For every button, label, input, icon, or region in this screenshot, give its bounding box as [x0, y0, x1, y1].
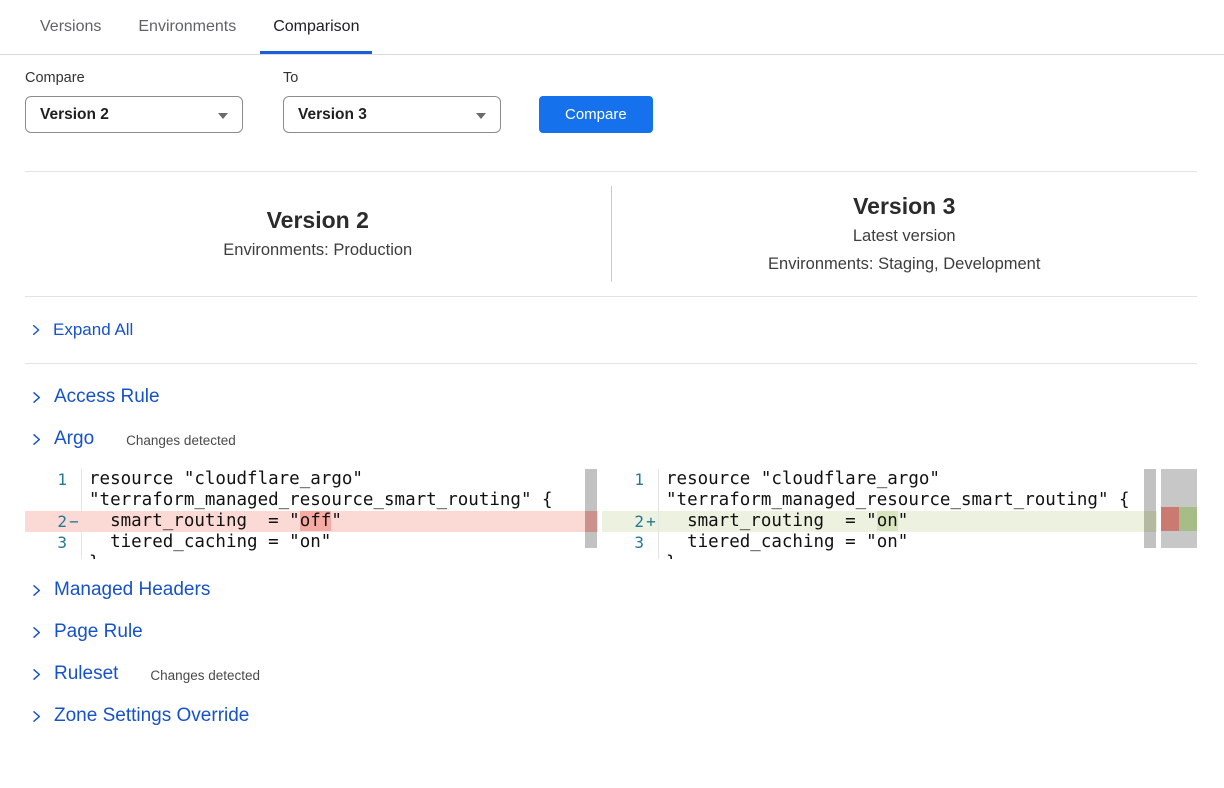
added-word-highlight: on — [877, 511, 898, 531]
line-number — [25, 553, 67, 559]
diff-pane-original[interactable]: 1 resource "cloudflare_argo" "terraform_… — [25, 469, 598, 559]
code-text: } — [81, 553, 598, 559]
compare-button[interactable]: Compare — [539, 96, 653, 133]
to-version-select[interactable]: Version 3 — [283, 96, 501, 133]
code-text: smart_routing = "on" — [658, 511, 1157, 532]
section-label: Ruleset — [54, 663, 118, 685]
chevron-right-icon — [29, 432, 44, 447]
section-argo[interactable]: Argo Changes detected — [25, 418, 1197, 460]
right-version-environments: Environments: Staging, Development — [612, 250, 1198, 278]
diff-minus-sign: − — [67, 511, 81, 532]
scrollbar-thumb[interactable] — [1144, 469, 1156, 548]
code-line-added: 2+ smart_routing = "on" — [602, 511, 1157, 532]
removed-line-scroll-marker — [585, 511, 597, 532]
chevron-right-icon — [29, 625, 44, 640]
code-line: } — [25, 553, 598, 559]
version-header-right: Version 3 Latest version Environments: S… — [612, 190, 1198, 278]
added-line-scroll-marker — [1144, 511, 1156, 532]
diff-overview-ruler[interactable] — [1161, 469, 1197, 559]
compare-select-value: Version 2 — [26, 106, 109, 124]
section-label: Argo — [54, 428, 94, 450]
resource-sections: Access Rule Argo Changes detected 1 reso… — [25, 376, 1197, 737]
chevron-right-icon — [29, 390, 44, 405]
line-number: 3 — [602, 532, 644, 553]
chevron-right-icon — [29, 323, 43, 337]
section-label: Managed Headers — [54, 579, 210, 601]
scrollbar[interactable] — [1143, 469, 1157, 559]
code-text: tiered_caching = "on" — [658, 532, 1157, 553]
version-header-left: Version 2 Environments: Production — [25, 204, 611, 264]
section-label: Zone Settings Override — [54, 705, 249, 727]
code-line: } — [602, 553, 1157, 559]
code-text: "terraform_managed_resource_smart_routin… — [658, 490, 1157, 511]
code-line: 1 resource "cloudflare_argo" — [602, 469, 1157, 490]
section-zone-settings-override[interactable]: Zone Settings Override — [25, 695, 1197, 737]
section-page-rule[interactable]: Page Rule — [25, 611, 1197, 653]
line-number — [602, 553, 644, 559]
section-managed-headers[interactable]: Managed Headers — [25, 569, 1197, 611]
right-version-latest-label: Latest version — [612, 222, 1198, 250]
section-label: Page Rule — [54, 621, 143, 643]
argo-diff-viewer: 1 resource "cloudflare_argo" "terraform_… — [25, 469, 1197, 559]
overview-added-marker — [1179, 507, 1197, 531]
diff-plus-sign: + — [644, 511, 658, 532]
line-number: 2 — [602, 511, 644, 532]
expand-all-toggle[interactable]: Expand All — [25, 297, 1197, 364]
code-text: resource "cloudflare_argo" — [81, 469, 598, 490]
code-text: "terraform_managed_resource_smart_routin… — [81, 490, 598, 511]
dropdown-caret-icon — [218, 113, 228, 119]
changes-detected-badge: Changes detected — [126, 430, 236, 448]
removed-word-highlight: off — [300, 511, 332, 531]
code-line: 1 resource "cloudflare_argo" — [25, 469, 598, 490]
code-line: 3 tiered_caching = "on" — [602, 532, 1157, 553]
to-select-value: Version 3 — [284, 106, 367, 124]
line-number: 2 — [25, 511, 67, 532]
overview-removed-marker — [1161, 507, 1179, 531]
section-access-rule[interactable]: Access Rule — [25, 376, 1197, 418]
diff-pane-modified[interactable]: 1 resource "cloudflare_argo" "terraform_… — [602, 469, 1157, 559]
expand-all-label: Expand All — [53, 320, 133, 340]
section-ruleset[interactable]: Ruleset Changes detected — [25, 653, 1197, 695]
line-number: 1 — [25, 469, 67, 490]
version-headers: Version 2 Environments: Production Versi… — [25, 171, 1197, 297]
code-line-wrap: "terraform_managed_resource_smart_routin… — [25, 490, 598, 511]
code-line-wrap: "terraform_managed_resource_smart_routin… — [602, 490, 1157, 511]
to-label: To — [283, 70, 501, 86]
scrollbar[interactable] — [584, 469, 598, 559]
section-label: Access Rule — [54, 386, 160, 408]
tab-comparison[interactable]: Comparison — [260, 0, 372, 54]
dropdown-caret-icon — [476, 113, 486, 119]
tab-environments[interactable]: Environments — [125, 0, 249, 54]
compare-version-select[interactable]: Version 2 — [25, 96, 243, 133]
line-number: 1 — [602, 469, 644, 490]
code-text: tiered_caching = "on" — [81, 532, 598, 553]
code-line: 3 tiered_caching = "on" — [25, 532, 598, 553]
left-version-environments: Environments: Production — [25, 236, 611, 264]
chevron-right-icon — [29, 709, 44, 724]
tab-versions[interactable]: Versions — [27, 0, 114, 54]
compare-label: Compare — [25, 70, 243, 86]
code-text: } — [658, 553, 1157, 559]
line-number: 3 — [25, 532, 67, 553]
code-text: smart_routing = "off" — [81, 511, 598, 532]
code-text: resource "cloudflare_argo" — [658, 469, 1157, 490]
chevron-right-icon — [29, 583, 44, 598]
left-version-title: Version 2 — [25, 204, 611, 236]
scrollbar-thumb[interactable] — [585, 469, 597, 548]
right-version-title: Version 3 — [612, 190, 1198, 222]
compare-form: Compare Version 2 To Version 3 Compare — [25, 70, 1224, 133]
chevron-right-icon — [29, 667, 44, 682]
changes-detected-badge: Changes detected — [150, 665, 260, 683]
code-line-removed: 2− smart_routing = "off" — [25, 511, 598, 532]
tab-bar: Versions Environments Comparison — [0, 0, 1224, 55]
